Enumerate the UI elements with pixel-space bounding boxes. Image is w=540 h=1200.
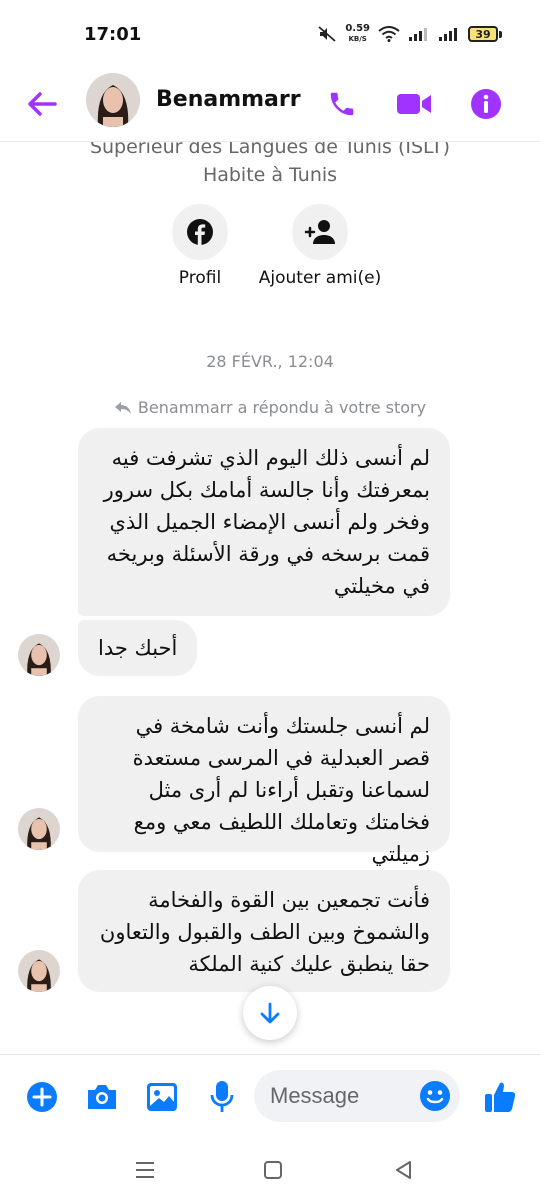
status-time: 17:01	[84, 24, 142, 45]
wifi-icon	[378, 26, 400, 42]
gallery-icon[interactable]	[142, 1077, 182, 1117]
battery-icon: 39	[468, 26, 502, 42]
scroll-down-button[interactable]	[243, 986, 297, 1040]
menu-icon[interactable]	[125, 1154, 165, 1186]
message-bubble[interactable]: لم أنسى ذلك اليوم الذي تشرفت فيه بمعرفتك…	[78, 428, 450, 616]
info-icon[interactable]	[464, 82, 508, 126]
signal-icon	[409, 28, 427, 41]
battery-level: 39	[468, 26, 498, 42]
mute-icon	[318, 26, 336, 42]
profile-label[interactable]: Profil	[160, 268, 240, 288]
camera-icon[interactable]	[82, 1077, 122, 1117]
back-nav-icon[interactable]	[383, 1154, 423, 1186]
message-bubble[interactable]: لم أنسى جلستك وأنت شامخة في قصر العبدلية…	[78, 696, 450, 866]
phone-icon[interactable]	[320, 82, 364, 126]
home-icon[interactable]	[253, 1154, 293, 1186]
add-friend-button[interactable]	[292, 204, 348, 260]
message-bubble[interactable]: أحبك جدا	[78, 620, 198, 676]
story-reply-note: Benammarr a répondu à votre story	[0, 398, 540, 417]
status-icons: 0.59 KB/S 39	[317, 24, 502, 44]
facebook-icon	[187, 219, 213, 245]
chat-header: Benammarr	[0, 70, 540, 142]
plus-icon[interactable]	[22, 1077, 62, 1117]
message-bubble[interactable]: فأنت تجمعين بين القوة والفخامة والشموخ و…	[78, 870, 450, 992]
sender-avatar[interactable]	[18, 808, 60, 850]
sender-avatar[interactable]	[18, 634, 60, 676]
sender-avatar[interactable]	[18, 950, 60, 992]
message-timestamp: 28 FÉVR., 12:04	[206, 352, 334, 371]
thumbs-up-icon[interactable]	[480, 1077, 520, 1117]
back-arrow-icon[interactable]	[24, 86, 60, 122]
message-composer	[0, 1054, 540, 1140]
arrow-down-icon	[260, 1002, 280, 1024]
profile-location: Habite à Tunis	[202, 164, 338, 186]
contact-name[interactable]: Benammarr	[156, 87, 301, 112]
status-bar: 17:01 0.59 KB/S 39	[0, 0, 540, 70]
add-person-icon	[304, 220, 335, 244]
net-speed: 0.59 KB/S	[345, 23, 370, 44]
emoji-icon[interactable]	[416, 1077, 454, 1115]
video-call-icon[interactable]	[392, 82, 436, 126]
system-nav-bar	[0, 1140, 540, 1200]
add-friend-label[interactable]: Ajouter ami(e)	[252, 268, 388, 288]
facebook-profile-button[interactable]	[172, 204, 228, 260]
reply-icon	[114, 401, 131, 414]
microphone-icon[interactable]	[202, 1077, 242, 1117]
signal-icon-2	[439, 28, 457, 41]
header-avatar[interactable]	[86, 73, 140, 127]
